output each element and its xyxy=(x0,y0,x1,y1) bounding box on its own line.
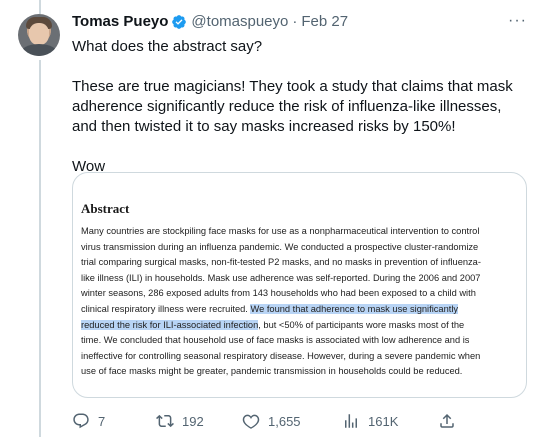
retweet-button[interactable]: 192 xyxy=(156,412,204,430)
author-name[interactable]: Tomas Pueyo xyxy=(72,13,168,30)
like-count: 1,655 xyxy=(268,413,301,429)
abstract-line: like illness (ILI) in households. Mask u… xyxy=(81,272,481,283)
like-button[interactable]: 1,655 xyxy=(242,412,301,430)
tweet-paragraph: These are true magicians! They took a st… xyxy=(72,78,513,135)
verified-badge-icon xyxy=(171,14,187,30)
abstract-text: , but <50% of participants wore masks mo… xyxy=(258,319,465,330)
abstract-text: clinical respiratory illness were recrui… xyxy=(81,303,251,314)
thread-line-bottom xyxy=(39,60,41,437)
avatar[interactable] xyxy=(18,14,60,56)
tweet-header: Tomas Pueyo @tomaspueyo · Feb 27 xyxy=(72,13,348,30)
abstract-line: winter seasons, 286 exposed adults from … xyxy=(81,288,476,299)
reply-count: 7 xyxy=(98,413,106,429)
abstract-line: reduced the risk for ILI-associated infe… xyxy=(81,318,526,334)
views-count: 161K xyxy=(368,413,399,429)
retweet-icon xyxy=(156,414,174,428)
tweet-date[interactable]: Feb 27 xyxy=(301,13,348,30)
thread-line-top xyxy=(39,0,41,14)
reply-icon xyxy=(73,413,89,429)
reply-button[interactable]: 7 xyxy=(72,412,105,430)
share-button[interactable] xyxy=(438,412,456,430)
separator-dot: · xyxy=(292,13,298,30)
more-options-icon[interactable]: ··· xyxy=(508,12,527,30)
abstract-title: Abstract xyxy=(81,201,130,216)
highlighted-text: We found that adherence to mask use sign… xyxy=(250,303,459,314)
highlighted-text: reduced the risk for ILI-associated infe… xyxy=(81,319,259,330)
views-button[interactable]: 161K xyxy=(342,412,398,430)
retweet-count: 192 xyxy=(182,413,204,429)
author-handle[interactable]: @tomaspueyo xyxy=(191,13,288,30)
attached-image[interactable]: Abstract Many countries are stockpiling … xyxy=(72,172,527,398)
abstract-body: Many countries are stockpiling face mask… xyxy=(81,224,526,380)
abstract-line: use of face masks might be greater, pand… xyxy=(81,366,463,377)
heart-icon xyxy=(242,414,260,429)
tweet-actions: 7 192 1,655 161K xyxy=(72,412,527,430)
abstract-line: trial comparing surgical masks, non-fit-… xyxy=(81,257,481,268)
abstract-line: time. We concluded that household use of… xyxy=(81,335,470,346)
abstract-line: virus transmission during an influenza p… xyxy=(81,241,479,252)
abstract-line: ineffective for controlling seasonal res… xyxy=(81,350,481,361)
tweet-paragraph: What does the abstract say? xyxy=(72,38,263,55)
views-icon xyxy=(345,414,357,428)
abstract-line: clinical respiratory illness were recrui… xyxy=(81,302,526,318)
abstract-line: Many countries are stockpiling face mask… xyxy=(81,226,480,236)
share-icon xyxy=(440,413,454,428)
